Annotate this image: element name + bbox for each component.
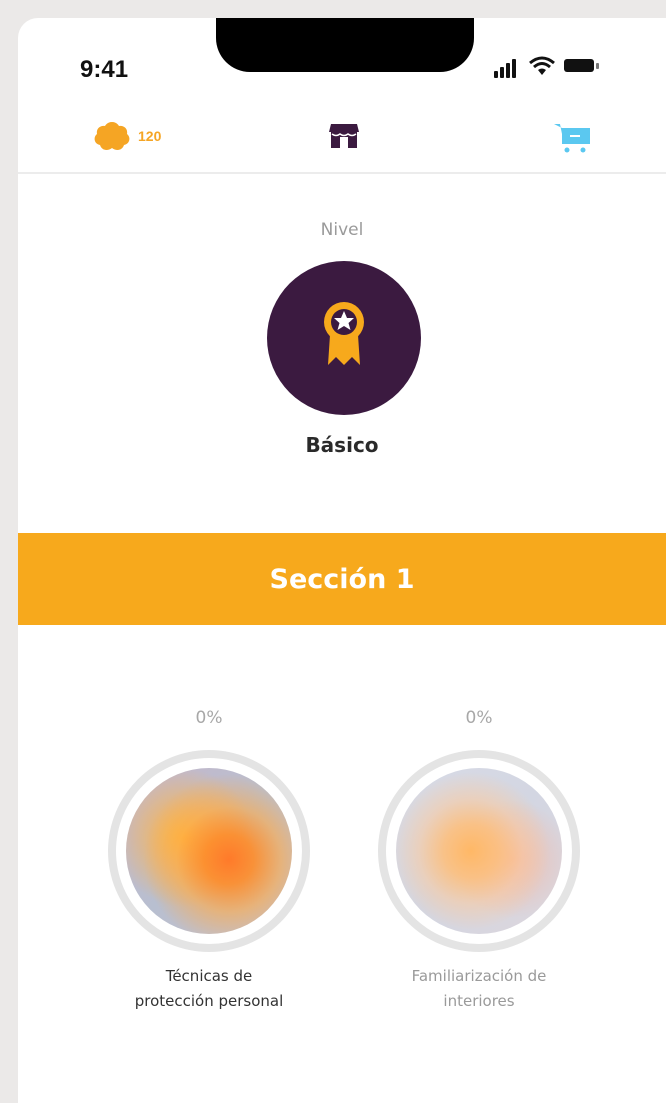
course-title-line: Familiarización de xyxy=(411,967,547,985)
course-progress: 0% xyxy=(195,708,223,728)
course-title-line: protección personal xyxy=(134,992,284,1010)
phone-screen: 9:41 120 Nivel Básico Sección 1 0% Técni… xyxy=(18,18,666,1103)
section-title: Sección 1 xyxy=(269,563,415,595)
device-notch xyxy=(216,18,474,72)
status-time: 9:41 xyxy=(80,56,129,83)
course-progress: 0% xyxy=(465,708,493,728)
section-header: Sección 1 xyxy=(18,533,666,625)
course-card-tecnicas[interactable] xyxy=(108,750,310,952)
coin-count: 120 xyxy=(138,128,162,144)
ribbon-medal-icon xyxy=(324,302,364,365)
top-bar: 120 xyxy=(18,102,666,174)
course-title-line: Técnicas de xyxy=(165,967,253,985)
coin-icon xyxy=(94,122,130,150)
status-icons xyxy=(494,56,634,78)
course-title: Familiarización de interiores xyxy=(369,964,589,1014)
cart-icon[interactable] xyxy=(552,120,594,156)
course-card-familiarizacion[interactable] xyxy=(378,750,580,952)
store-icon[interactable] xyxy=(328,120,360,152)
level-label: Nivel xyxy=(320,220,364,240)
course-illustration xyxy=(126,768,292,934)
level-name: Básico xyxy=(305,433,379,457)
course-title: Técnicas de protección personal xyxy=(99,964,319,1014)
level-badge xyxy=(267,261,421,415)
course-illustration xyxy=(396,768,562,934)
wifi-icon xyxy=(529,56,555,75)
coin-balance[interactable]: 120 xyxy=(92,120,161,152)
course-title-line: interiores xyxy=(443,992,515,1010)
